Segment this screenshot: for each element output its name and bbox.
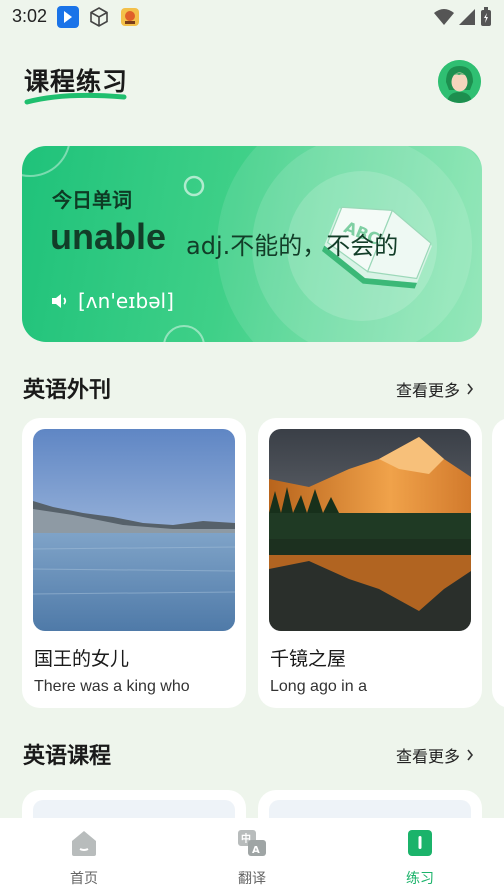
magazine-card-list[interactable]: 国王的女儿 There was a king who 千镜之屋 Long ago… xyxy=(22,418,504,710)
magazine-section-title: 英语外刊 xyxy=(23,378,112,403)
cube-icon xyxy=(88,6,110,28)
bottom-nav: 首页 中 A 翻译 练习 xyxy=(0,818,504,896)
game-app-icon xyxy=(119,6,141,28)
article-card[interactable]: 国王的女儿 There was a king who xyxy=(22,418,246,708)
svg-text:A: A xyxy=(252,845,260,856)
speaker-icon[interactable] xyxy=(50,291,70,311)
nav-home[interactable]: 首页 xyxy=(44,828,124,888)
courses-more-link[interactable]: 查看更多 xyxy=(396,743,474,767)
chevron-right-icon xyxy=(467,383,474,395)
nav-home-label: 首页 xyxy=(70,871,98,887)
title-underline xyxy=(24,92,127,105)
article-title: 国王的女儿 xyxy=(34,648,130,670)
article-image xyxy=(33,429,235,631)
battery-icon xyxy=(481,7,491,26)
article-title: 千镜之屋 xyxy=(270,648,347,670)
word-meaning: adj.不能的，不会的 xyxy=(186,232,399,260)
daily-word-card[interactable]: ABC 今日单词 unable adj.不能的，不会的 [ʌn'eɪbəl] xyxy=(22,146,482,342)
svg-text:中: 中 xyxy=(241,832,251,845)
translate-icon: 中 A xyxy=(238,830,266,856)
article-image xyxy=(269,429,471,631)
word-card-label: 今日单词 xyxy=(52,188,132,212)
courses-section-title: 英语课程 xyxy=(23,744,112,769)
status-time: 3:02 xyxy=(12,6,48,26)
nav-translate[interactable]: 中 A 翻译 xyxy=(212,828,292,888)
nav-translate-label: 翻译 xyxy=(238,871,266,887)
article-card-peek[interactable] xyxy=(492,418,504,708)
chevron-right-icon xyxy=(467,749,474,761)
signal-icon xyxy=(459,9,475,25)
daily-word: unable xyxy=(50,216,167,257)
status-indicators xyxy=(434,6,492,28)
article-subtitle: There was a king who xyxy=(34,678,190,695)
status-bar: 3:02 xyxy=(0,0,504,34)
practice-icon xyxy=(408,830,432,856)
courses-more-label: 查看更多 xyxy=(395,747,460,766)
magazine-more-link[interactable]: 查看更多 xyxy=(396,377,474,401)
home-icon xyxy=(72,831,96,856)
nav-practice[interactable]: 练习 xyxy=(380,828,460,888)
wifi-icon xyxy=(434,9,454,25)
nav-practice-label: 练习 xyxy=(406,871,434,887)
article-subtitle: Long ago in a xyxy=(270,678,367,695)
magazine-more-label: 查看更多 xyxy=(395,381,460,400)
article-card[interactable]: 千镜之屋 Long ago in a xyxy=(258,418,482,708)
app-notification-icon xyxy=(57,6,79,28)
word-phonetic: [ʌn'eɪbəl] xyxy=(78,289,174,313)
pronunciation-row[interactable]: [ʌn'eɪbəl] xyxy=(50,289,174,313)
avatar[interactable] xyxy=(438,60,481,103)
